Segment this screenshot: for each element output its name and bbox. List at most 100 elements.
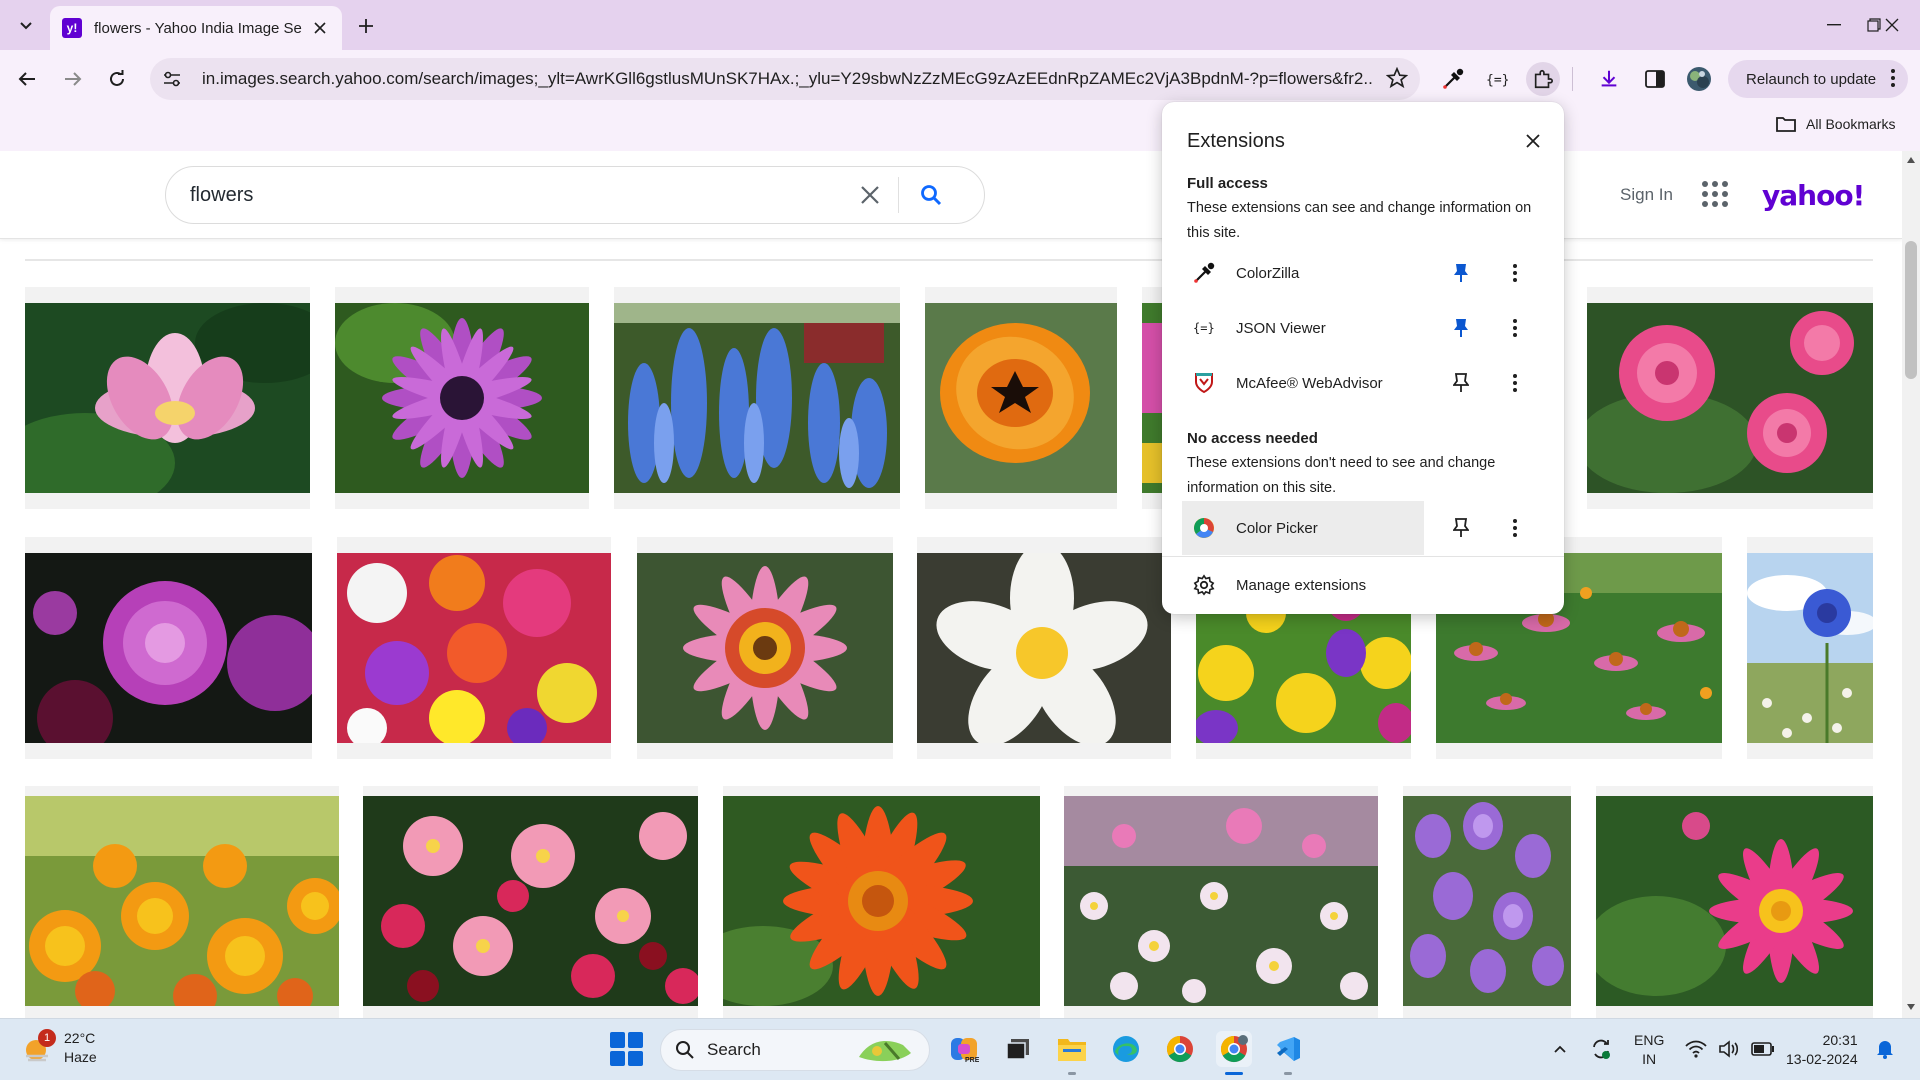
chevron-down-icon bbox=[20, 22, 32, 30]
pink-flower-image bbox=[1142, 303, 1162, 493]
toolbar-divider bbox=[1572, 67, 1573, 91]
close-icon bbox=[861, 186, 879, 204]
scroll-down-arrow[interactable] bbox=[1907, 1004, 1915, 1010]
extensions-close-button[interactable] bbox=[1518, 126, 1548, 156]
extensions-popup: Extensions Full access These extensions … bbox=[1162, 102, 1564, 614]
image-result[interactable] bbox=[337, 537, 611, 759]
image-result[interactable] bbox=[1587, 287, 1873, 509]
image-result[interactable] bbox=[925, 287, 1117, 509]
pin-button[interactable] bbox=[1446, 368, 1476, 398]
image-result[interactable] bbox=[1747, 537, 1873, 759]
search-input[interactable]: flowers bbox=[190, 184, 850, 207]
image-result[interactable] bbox=[25, 537, 312, 759]
clear-search-button[interactable] bbox=[850, 175, 890, 215]
all-bookmarks-button[interactable]: All Bookmarks bbox=[1776, 116, 1895, 132]
image-result[interactable] bbox=[637, 537, 893, 759]
extension-more-button[interactable] bbox=[1500, 513, 1530, 543]
tab-close-button[interactable] bbox=[310, 18, 330, 38]
manage-extensions-button[interactable]: Manage extensions bbox=[1182, 562, 1554, 608]
input-language-button[interactable]: ENG IN bbox=[1634, 1031, 1664, 1069]
search-divider bbox=[898, 177, 899, 213]
sign-in-link[interactable]: Sign In bbox=[1620, 185, 1673, 205]
scroll-up-arrow[interactable] bbox=[1907, 157, 1915, 163]
region-code: IN bbox=[1642, 1051, 1657, 1067]
image-thumbnail bbox=[25, 303, 310, 493]
scroll-thumb[interactable] bbox=[1905, 241, 1917, 379]
address-bar[interactable]: in.images.search.yahoo.com/search/images… bbox=[150, 58, 1420, 100]
clock[interactable]: 20:31 13-02-2024 bbox=[1786, 1031, 1858, 1069]
quick-settings-button[interactable] bbox=[1680, 1031, 1780, 1067]
pin-button[interactable] bbox=[1446, 313, 1476, 343]
url-text[interactable]: in.images.search.yahoo.com/search/images… bbox=[202, 69, 1372, 89]
chrome-profile-icon[interactable] bbox=[1216, 1031, 1252, 1075]
new-tab-button[interactable] bbox=[352, 12, 380, 40]
minimize-icon bbox=[1827, 24, 1841, 26]
more-vertical-icon bbox=[1891, 69, 1895, 87]
yahoo-logo[interactable]: yahoo! bbox=[1762, 179, 1865, 212]
image-result[interactable] bbox=[723, 786, 1040, 1018]
extension-item-colorzilla[interactable]: ColorZilla bbox=[1182, 246, 1554, 300]
extension-more-button[interactable] bbox=[1500, 258, 1530, 288]
sync-tray-icon[interactable] bbox=[1586, 1031, 1616, 1067]
image-result[interactable] bbox=[1064, 786, 1378, 1018]
downloads-button[interactable] bbox=[1592, 62, 1626, 96]
extension-item-mcafee[interactable]: McAfee® WebAdvisor bbox=[1182, 356, 1554, 410]
tab-active[interactable]: y! flowers - Yahoo India Image Se bbox=[50, 6, 342, 50]
notifications-button[interactable] bbox=[1870, 1031, 1900, 1067]
folder-icon bbox=[1776, 117, 1796, 132]
search-box[interactable]: flowers bbox=[165, 166, 985, 224]
copilot-app-icon[interactable]: PRE bbox=[946, 1031, 982, 1067]
image-result[interactable] bbox=[614, 287, 900, 509]
relaunch-to-update-button[interactable]: Relaunch to update bbox=[1728, 60, 1908, 98]
minimize-button[interactable] bbox=[1814, 8, 1854, 42]
bookmark-star-button[interactable] bbox=[1385, 66, 1409, 94]
extension-item-color-picker[interactable]: Color Picker bbox=[1182, 501, 1554, 555]
extensions-button[interactable] bbox=[1526, 62, 1560, 96]
reload-button[interactable] bbox=[100, 62, 134, 96]
pin-button[interactable] bbox=[1446, 258, 1476, 288]
extension-item-json-viewer[interactable]: {=} JSON Viewer bbox=[1182, 301, 1554, 355]
image-result[interactable] bbox=[25, 287, 310, 509]
forward-button[interactable] bbox=[56, 62, 90, 96]
grid-dot bbox=[1712, 181, 1718, 187]
image-result[interactable] bbox=[1596, 786, 1873, 1018]
tab-search-button[interactable] bbox=[12, 12, 40, 40]
close-window-button[interactable] bbox=[1872, 8, 1912, 42]
colorzilla-extension-button[interactable] bbox=[1436, 62, 1470, 96]
image-thumbnail bbox=[1064, 796, 1378, 1006]
search-button[interactable] bbox=[911, 175, 951, 215]
tray-overflow-button[interactable] bbox=[1546, 1031, 1574, 1067]
browser-menu-button[interactable] bbox=[1890, 68, 1896, 92]
image-result[interactable] bbox=[363, 786, 698, 1018]
weather-text: 22°C Haze bbox=[64, 1029, 97, 1067]
profile-button[interactable] bbox=[1682, 62, 1716, 96]
apps-grid-button[interactable] bbox=[1702, 181, 1728, 207]
json-viewer-extension-button[interactable]: {=} bbox=[1480, 62, 1514, 96]
image-result[interactable] bbox=[25, 786, 339, 1018]
full-access-description: These extensions can see and change info… bbox=[1187, 200, 1532, 241]
page-scrollbar[interactable] bbox=[1902, 151, 1920, 1018]
image-result[interactable] bbox=[917, 537, 1171, 759]
pin-button[interactable] bbox=[1446, 513, 1476, 543]
extension-more-button[interactable] bbox=[1500, 313, 1530, 343]
weather-condition: Haze bbox=[64, 1049, 97, 1065]
image-result[interactable] bbox=[335, 287, 589, 509]
pin-outline-icon bbox=[1453, 518, 1469, 537]
file-explorer-icon[interactable] bbox=[1054, 1031, 1090, 1075]
site-info-button[interactable] bbox=[154, 61, 190, 97]
image-result[interactable] bbox=[1403, 786, 1571, 1018]
download-icon bbox=[1601, 70, 1617, 87]
full-access-heading: Full access bbox=[1187, 175, 1268, 192]
chrome-icon[interactable] bbox=[1162, 1031, 1198, 1067]
vscode-icon[interactable] bbox=[1270, 1031, 1306, 1075]
image-result[interactable] bbox=[1142, 287, 1162, 509]
side-panel-button[interactable] bbox=[1638, 62, 1672, 96]
start-button[interactable] bbox=[610, 1032, 644, 1066]
extension-more-button[interactable] bbox=[1500, 368, 1530, 398]
star-icon bbox=[1385, 66, 1409, 89]
task-view-icon[interactable] bbox=[1000, 1031, 1036, 1067]
edge-browser-icon[interactable] bbox=[1108, 1031, 1144, 1067]
taskbar-search[interactable]: Search bbox=[660, 1029, 930, 1071]
weather-widget[interactable]: 1 22°C Haze bbox=[22, 1029, 97, 1067]
back-button[interactable] bbox=[10, 62, 44, 96]
